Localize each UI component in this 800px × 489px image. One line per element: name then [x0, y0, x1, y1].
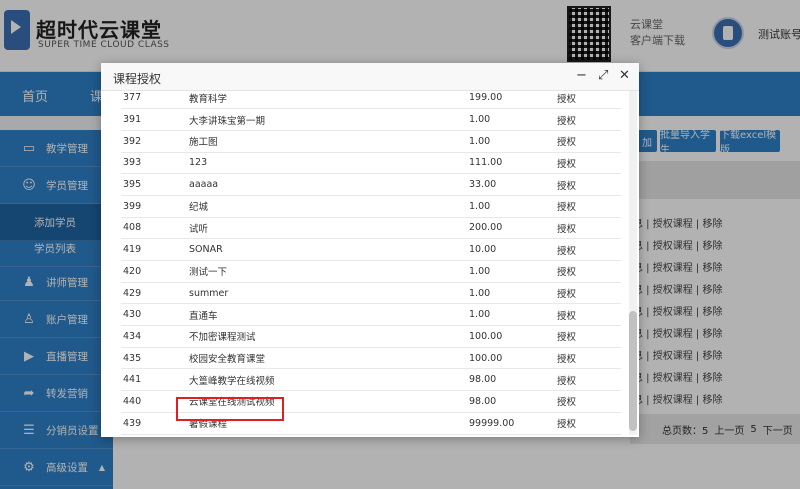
table-row: 395 aaaaa 33.00 授权 — [121, 173, 621, 196]
course-id: 391 — [121, 108, 187, 131]
course-table: 377 教育科学 199.00 授权 391 大李讲珠宝第一期 1.00 授权 392 施工图… — [121, 91, 621, 435]
course-price: 1.00 — [469, 260, 557, 283]
course-price: 33.00 — [469, 173, 557, 196]
table-row: 430 直通车 1.00 授权 — [121, 303, 621, 327]
authorize-link[interactable]: 授权 — [557, 412, 621, 435]
course-id: 395 — [121, 173, 187, 196]
authorize-link[interactable]: 授权 — [557, 390, 621, 413]
course-price: 1.00 — [469, 130, 557, 153]
course-id: 435 — [121, 347, 187, 370]
course-name: 大李讲珠宝第一期 — [187, 108, 469, 131]
course-name: 123 — [187, 152, 469, 175]
course-name: 直通车 — [187, 303, 469, 327]
course-price: 98.00 — [469, 390, 557, 413]
course-price: 1.00 — [469, 108, 557, 131]
minimize-icon[interactable]: − — [576, 68, 587, 83]
course-name: 测试一下 — [187, 260, 469, 283]
authorize-link[interactable]: 授权 — [557, 260, 621, 283]
authorize-link[interactable]: 授权 — [557, 325, 621, 348]
course-name: 试听 — [187, 217, 469, 240]
maximize-icon[interactable]: ⤢ — [598, 68, 608, 83]
course-name: 不加密课程测试 — [187, 325, 469, 348]
course-name: 校园安全教育课堂 — [187, 347, 469, 370]
course-price: 1.00 — [469, 303, 557, 327]
course-price: 1.00 — [469, 195, 557, 218]
course-name: 大篁峰教学在线视频 — [187, 368, 469, 392]
authorize-link[interactable]: 授权 — [557, 303, 621, 327]
authorize-link[interactable]: 授权 — [557, 368, 621, 392]
authorize-link[interactable]: 授权 — [557, 152, 621, 175]
close-icon[interactable]: ✕ — [619, 68, 630, 83]
course-price: 100.00 — [469, 325, 557, 348]
table-row: 391 大李讲珠宝第一期 1.00 授权 — [121, 108, 621, 131]
course-price: 100.00 — [469, 347, 557, 370]
course-price: 1.00 — [469, 282, 557, 305]
scrollbar-thumb[interactable] — [629, 311, 637, 431]
dialog-title: 课程授权 — [113, 72, 162, 86]
authorize-link[interactable]: 授权 — [557, 91, 621, 110]
dialog-header: 课程授权 − ⤢ ✕ — [101, 63, 639, 91]
course-id: 429 — [121, 282, 187, 305]
table-row: 377 教育科学 199.00 授权 — [121, 91, 621, 110]
table-row: 392 施工图 1.00 授权 — [121, 130, 621, 153]
course-id: 441 — [121, 368, 187, 392]
course-name: 教育科学 — [187, 91, 469, 110]
course-id: 393 — [121, 152, 187, 175]
course-id: 377 — [121, 91, 187, 110]
table-row: 435 校园安全教育课堂 100.00 授权 — [121, 347, 621, 370]
table-row: 408 试听 200.00 授权 — [121, 217, 621, 240]
course-id: 392 — [121, 130, 187, 153]
course-id: 419 — [121, 238, 187, 261]
authorize-link[interactable]: 授权 — [557, 217, 621, 240]
authorize-link[interactable]: 授权 — [557, 108, 621, 131]
table-row: 429 summer 1.00 授权 — [121, 282, 621, 305]
scrollbar[interactable] — [629, 91, 637, 435]
authorize-link[interactable]: 授权 — [557, 130, 621, 153]
authorize-link[interactable]: 授权 — [557, 173, 621, 196]
highlight-box — [176, 397, 284, 421]
table-row: 393 123 111.00 授权 — [121, 152, 621, 175]
course-id: 430 — [121, 303, 187, 327]
authorize-link[interactable]: 授权 — [557, 347, 621, 370]
table-row: 419 SONAR 10.00 授权 — [121, 238, 621, 261]
course-price: 111.00 — [469, 152, 557, 175]
authorize-link[interactable]: 授权 — [557, 238, 621, 261]
authorize-link[interactable]: 授权 — [557, 195, 621, 218]
dialog-body[interactable]: 377 教育科学 199.00 授权 391 大李讲珠宝第一期 1.00 授权 392 施工图… — [101, 91, 639, 437]
table-row: 399 纪城 1.00 授权 — [121, 195, 621, 218]
authorize-link[interactable]: 授权 — [557, 282, 621, 305]
course-authorization-dialog: 课程授权 − ⤢ ✕ 377 教育科学 199.00 授权 391 大李讲珠宝第一期 1.… — [101, 63, 639, 437]
table-row: 434 不加密课程测试 100.00 授权 — [121, 325, 621, 348]
course-id: 434 — [121, 325, 187, 348]
course-id: 408 — [121, 217, 187, 240]
course-name: SONAR — [187, 238, 469, 261]
course-price: 199.00 — [469, 91, 557, 110]
course-price: 98.00 — [469, 368, 557, 392]
course-price: 200.00 — [469, 217, 557, 240]
course-name: 纪城 — [187, 195, 469, 218]
table-row: 441 大篁峰教学在线视频 98.00 授权 — [121, 368, 621, 392]
table-row: 420 测试一下 1.00 授权 — [121, 260, 621, 283]
course-name: aaaaa — [187, 173, 469, 196]
course-price: 99999.00 — [469, 412, 557, 435]
course-name: summer — [187, 282, 469, 305]
course-id: 399 — [121, 195, 187, 218]
course-name: 施工图 — [187, 130, 469, 153]
course-price: 10.00 — [469, 238, 557, 261]
course-id: 420 — [121, 260, 187, 283]
